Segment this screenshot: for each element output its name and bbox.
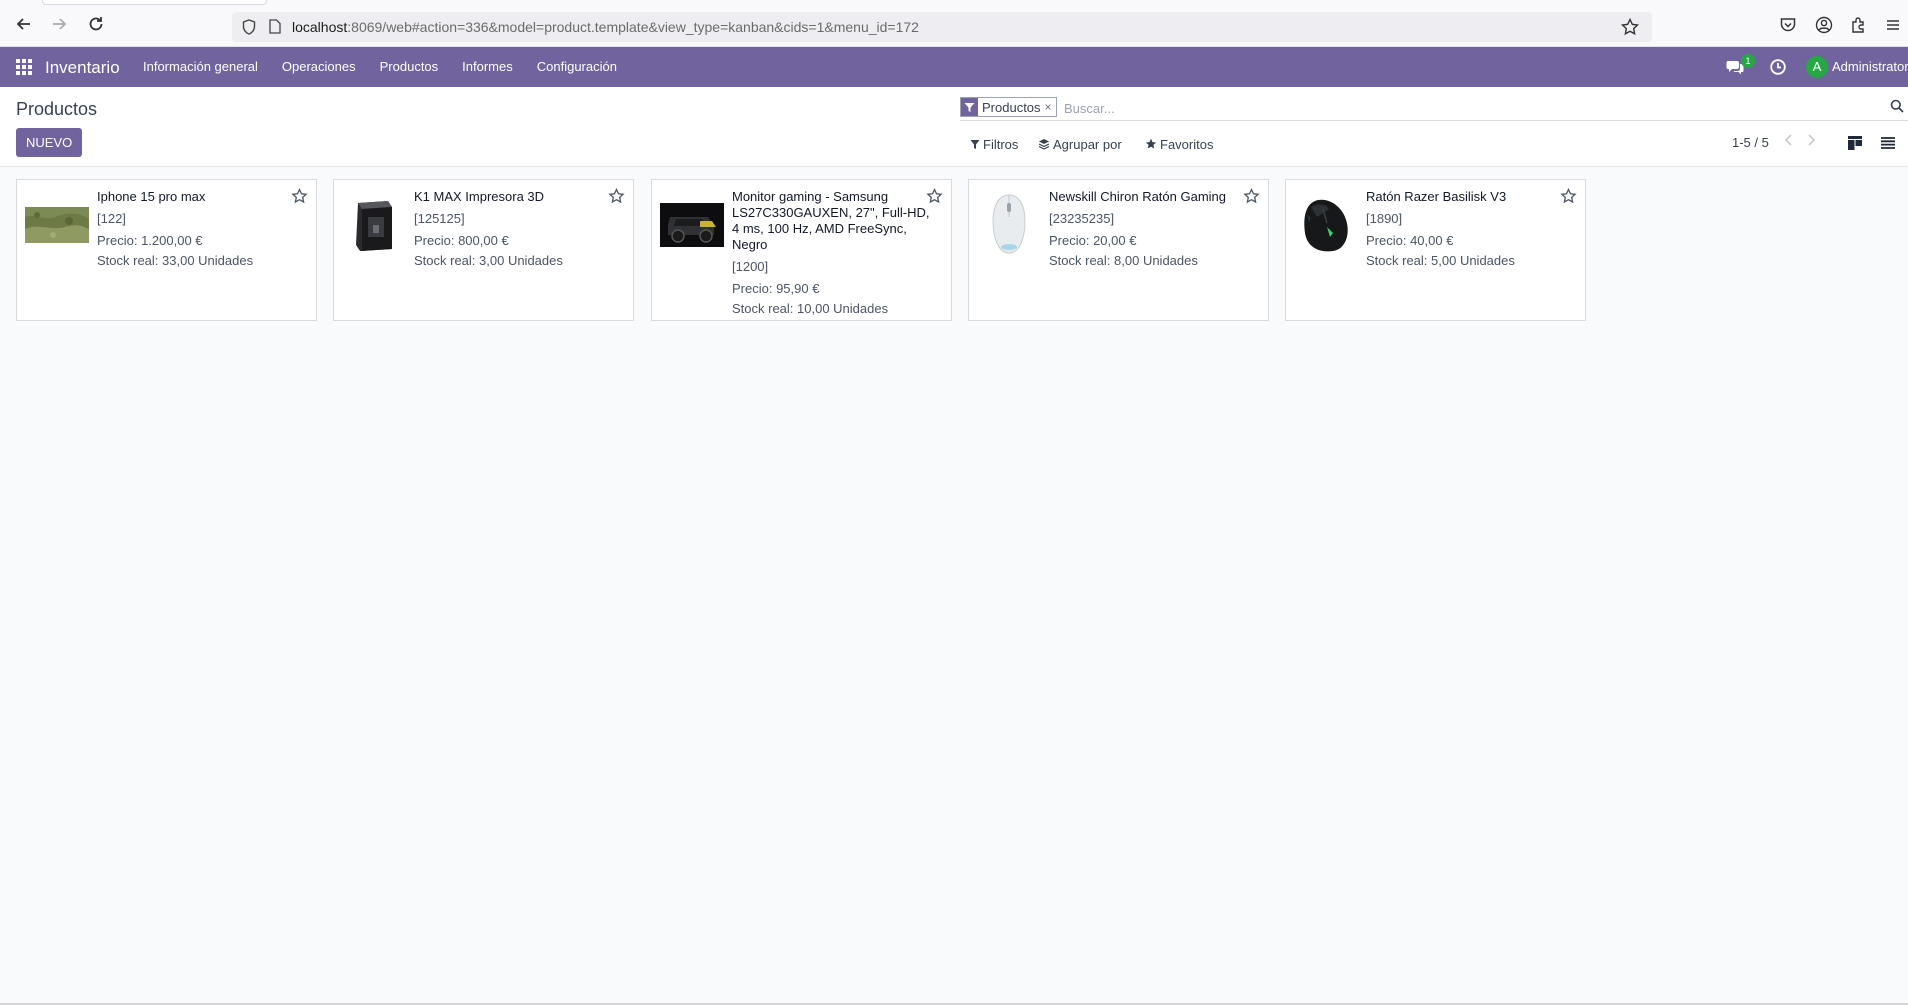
- group-by-label: Agrupar por: [1053, 136, 1122, 152]
- menu-item-informes[interactable]: Informes: [450, 47, 525, 87]
- filters-dropdown[interactable]: Filtros: [970, 135, 1018, 153]
- chat-count-badge: 1: [1741, 54, 1755, 68]
- black-mouse-image: [1304, 199, 1348, 252]
- forward-icon[interactable]: [49, 14, 69, 34]
- pager-next-icon[interactable]: [1804, 133, 1818, 151]
- kanban-view-icon[interactable]: [1847, 135, 1863, 151]
- product-image: [977, 193, 1041, 257]
- product-stock: Stock real: 3,00 Unidades: [414, 253, 563, 268]
- product-card[interactable]: Monitor gaming - Samsung LS27C330GAUXEN,…: [651, 179, 952, 321]
- star-icon: [1145, 138, 1157, 149]
- card-body: Iphone 15 pro max [122] Precio: 1.200,00…: [97, 189, 297, 269]
- product-name: Newskill Chiron Ratón Gaming: [1049, 189, 1227, 204]
- new-button[interactable]: NUEVO: [16, 128, 83, 157]
- product-stock: Stock real: 5,00 Unidades: [1366, 253, 1515, 268]
- browser-toolbar: localhost:8069/web#action=336&model=prod…: [0, 0, 1908, 47]
- search-icon[interactable]: [1890, 99, 1904, 113]
- menu-item-configuracion[interactable]: Configuración: [525, 47, 629, 87]
- product-image: [660, 193, 724, 257]
- product-image: [25, 193, 89, 257]
- pager-previous-icon[interactable]: [1782, 133, 1796, 151]
- menu-item-informacion-general[interactable]: Información general: [131, 47, 270, 87]
- product-reference: [1890]: [1366, 211, 1403, 226]
- filter-funnel-icon: [961, 98, 978, 116]
- favorite-star-icon[interactable]: [1243, 188, 1260, 205]
- favorite-star-icon[interactable]: [291, 188, 308, 205]
- bookmark-star-icon[interactable]: [1620, 17, 1640, 37]
- search-input[interactable]: [1064, 97, 1844, 119]
- product-name: Monitor gaming - Samsung LS27C330GAUXEN,…: [732, 189, 930, 252]
- product-reference: [125125]: [414, 211, 465, 226]
- favorites-label: Favoritos: [1160, 136, 1214, 152]
- menu-item-operaciones[interactable]: Operaciones: [270, 47, 368, 87]
- product-price: Precio: 1.200,00 €: [97, 233, 203, 248]
- url-text[interactable]: localhost:8069/web#action=336&model=prod…: [292, 19, 919, 35]
- product-price: Precio: 800,00 €: [414, 233, 509, 248]
- shield-icon[interactable]: [242, 19, 256, 35]
- product-name: Iphone 15 pro max: [97, 189, 206, 204]
- filters-label: Filtros: [983, 136, 1019, 152]
- product-card[interactable]: Newskill Chiron Ratón Gaming [23235235] …: [968, 179, 1269, 321]
- account-icon[interactable]: [1815, 16, 1833, 34]
- product-price: Precio: 40,00 €: [1366, 233, 1454, 248]
- url-path: :8069/web#action=336&model=product.templ…: [347, 19, 919, 35]
- avatar[interactable]: A: [1806, 56, 1828, 78]
- active-tab-edge: [42, 0, 267, 5]
- product-stock: Stock real: 10,00 Unidades: [732, 301, 889, 316]
- menu-item-productos[interactable]: Productos: [368, 47, 451, 87]
- search-bar: Productos ×: [960, 95, 1908, 121]
- user-name[interactable]: Administrator: [1832, 59, 1908, 74]
- activity-clock-icon[interactable]: [1769, 58, 1787, 76]
- url-host: localhost: [292, 19, 348, 35]
- card-body: Monitor gaming - Samsung LS27C330GAUXEN,…: [732, 189, 932, 317]
- facet-label: Productos: [982, 99, 1041, 115]
- product-name: Ratón Razer Basilisk V3: [1366, 189, 1507, 204]
- back-icon[interactable]: [14, 14, 34, 34]
- facet-remove-icon[interactable]: ×: [1045, 100, 1056, 114]
- product-name: K1 MAX Impresora 3D: [414, 189, 545, 204]
- filter-icon: [970, 139, 980, 149]
- hamburger-menu-icon[interactable]: [1884, 16, 1902, 34]
- landscape-photo-image: [25, 207, 89, 243]
- app-brand[interactable]: Inventario: [45, 58, 120, 78]
- white-mouse-image: [992, 194, 1026, 254]
- pager-value[interactable]: 1-5 / 5: [1732, 135, 1769, 150]
- page-icon[interactable]: [269, 19, 281, 34]
- layers-icon: [1038, 139, 1050, 150]
- search-facet: Productos ×: [960, 97, 1057, 117]
- product-reference: [1200]: [732, 259, 769, 274]
- product-image: [342, 193, 406, 257]
- apps-grid-icon[interactable]: [16, 59, 32, 75]
- extensions-icon[interactable]: [1850, 16, 1868, 34]
- card-body: K1 MAX Impresora 3D [125125] Precio: 800…: [414, 189, 614, 269]
- favorite-star-icon[interactable]: [1560, 188, 1577, 205]
- product-reference: [122]: [97, 211, 126, 226]
- favorite-star-icon[interactable]: [926, 188, 943, 205]
- product-card[interactable]: Iphone 15 pro max [122] Precio: 1.200,00…: [16, 179, 317, 321]
- top-navbar: Inventario Información general Operacion…: [0, 47, 1908, 87]
- address-bar[interactable]: localhost:8069/web#action=336&model=prod…: [232, 12, 1652, 42]
- favorites-dropdown[interactable]: Favoritos: [1145, 135, 1213, 153]
- group-by-dropdown[interactable]: Agrupar por: [1038, 135, 1122, 153]
- product-stock: Stock real: 33,00 Unidades: [97, 253, 254, 268]
- product-stock: Stock real: 8,00 Unidades: [1049, 253, 1198, 268]
- card-body: Ratón Razer Basilisk V3 [1890] Precio: 4…: [1366, 189, 1566, 269]
- reload-icon[interactable]: [86, 14, 106, 34]
- product-reference: [23235235]: [1049, 211, 1115, 226]
- card-body: Newskill Chiron Ratón Gaming [23235235] …: [1049, 189, 1249, 269]
- favorite-star-icon[interactable]: [608, 188, 625, 205]
- product-image: [1294, 193, 1358, 257]
- 3d-printer-image: [356, 201, 392, 251]
- product-price: Precio: 20,00 €: [1049, 233, 1137, 248]
- product-price: Precio: 95,90 €: [732, 281, 820, 296]
- product-card[interactable]: K1 MAX Impresora 3D [125125] Precio: 800…: [333, 179, 634, 321]
- list-view-icon[interactable]: [1880, 136, 1896, 150]
- page-title: Productos: [16, 99, 98, 119]
- pocket-icon[interactable]: [1779, 16, 1797, 34]
- control-panel: Productos NUEVO Productos × Filtros Agru…: [0, 87, 1908, 167]
- main-menu: Información general Operaciones Producto…: [131, 47, 629, 87]
- vehicle-photo-image: [660, 203, 724, 247]
- product-card[interactable]: Ratón Razer Basilisk V3 [1890] Precio: 4…: [1285, 179, 1586, 321]
